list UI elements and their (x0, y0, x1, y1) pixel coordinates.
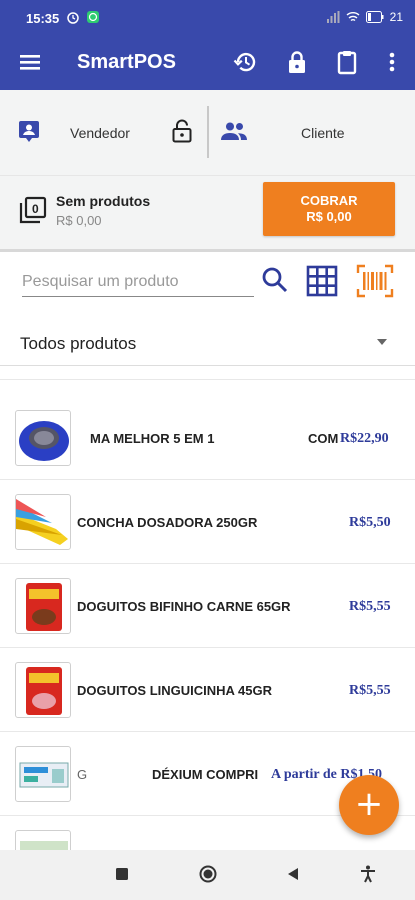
product-list[interactable]: MA MELHOR 5 EM 1 COM R$22,90 CONCHA DOSA… (0, 366, 415, 850)
product-price: R$5,50 (349, 515, 391, 530)
charge-button-amount: R$ 0,00 (306, 209, 352, 224)
lock-icon[interactable] (283, 48, 311, 76)
whatsapp-icon (87, 11, 99, 23)
product-name: DOGUITOS BIFINHO CARNE 65GR (77, 599, 291, 614)
product-image (19, 421, 69, 461)
battery-level: 21 (389, 10, 403, 24)
status-time: 15:35 (26, 11, 60, 26)
product-row[interactable] (0, 366, 415, 380)
product-row[interactable]: CONCHA DOSADORA 250GR R$5,50 (0, 480, 415, 564)
back-icon[interactable] (286, 867, 300, 881)
product-name: CONCHA DOSADORA 250GR (77, 515, 258, 530)
seller-badge-icon[interactable] (18, 120, 40, 142)
product-image (26, 667, 62, 715)
product-thumbnail (15, 494, 71, 550)
product-image (26, 583, 62, 631)
cart-summary-row: 0 Sem produtos R$ 0,00 COBRAR R$ 0,00 (0, 176, 415, 252)
cart-total: R$ 0,00 (56, 213, 102, 228)
product-name: MA MELHOR 5 EM 1 (90, 431, 215, 446)
product-price: R$22,90 (340, 431, 389, 446)
recents-icon[interactable] (115, 867, 129, 881)
clipboard-icon[interactable] (333, 48, 361, 76)
more-vert-icon[interactable] (378, 48, 406, 76)
product-name: G (77, 767, 88, 782)
product-price: R$5,55 (349, 599, 391, 614)
history-icon[interactable] (232, 48, 260, 76)
divider (207, 106, 209, 158)
add-product-button[interactable]: + (339, 775, 399, 835)
product-row[interactable]: MA MELHOR 5 EM 1 COM R$22,90 (0, 396, 415, 480)
charge-button[interactable]: COBRAR R$ 0,00 (263, 182, 395, 236)
search-row: Pesquisar um produto (0, 252, 415, 310)
grid-icon[interactable] (306, 265, 338, 297)
charge-button-label: COBRAR (300, 193, 358, 208)
status-bar: 15:35 21 (0, 0, 415, 34)
signal-icon (326, 11, 340, 23)
product-image (16, 499, 68, 545)
product-thumbnail (15, 830, 71, 850)
wifi-icon (346, 12, 360, 22)
barcode-icon[interactable] (356, 264, 394, 298)
cart-title: Sem produtos (56, 193, 151, 209)
product-name: DOGUITOS LINGUICINHA 45GR (77, 683, 273, 698)
seller-lock-icon[interactable] (171, 119, 193, 143)
seller-client-row: Vendedor Cliente (0, 90, 415, 176)
product-price: R$5,55 (349, 683, 391, 698)
category-filter-value: Todos produtos (20, 334, 137, 353)
battery-icon (365, 11, 384, 23)
cart-count: 0 (32, 202, 39, 216)
category-filter[interactable]: Todos produtos (0, 318, 415, 366)
client-group-icon[interactable] (220, 121, 248, 141)
product-thumbnail (15, 662, 71, 718)
alarm-icon (67, 12, 79, 24)
product-row[interactable]: DOGUITOS BIFINHO CARNE 65GR R$5,55 (0, 564, 415, 648)
search-icon[interactable] (260, 265, 290, 295)
home-icon[interactable] (199, 865, 217, 883)
product-image (20, 841, 68, 850)
chevron-down-icon (377, 339, 387, 345)
product-thumbnail (15, 578, 71, 634)
client-label[interactable]: Cliente (301, 125, 345, 141)
product-row[interactable]: DOGUITOS LINGUICINHA 45GR R$5,55 (0, 648, 415, 732)
system-nav-bar (0, 850, 415, 900)
app-title: SmartPOS (77, 51, 176, 73)
product-thumbnail (15, 746, 71, 802)
product-name-overflow: COM (308, 431, 339, 446)
product-image (19, 762, 69, 788)
app-bar: SmartPOS (0, 34, 415, 90)
menu-icon[interactable] (16, 48, 44, 76)
product-thumbnail (15, 410, 71, 466)
product-name-overflow: DÉXIUM COMPRI (152, 767, 259, 782)
seller-label[interactable]: Vendedor (70, 125, 130, 141)
search-input[interactable]: Pesquisar um produto (22, 271, 254, 297)
accessibility-icon[interactable] (360, 865, 376, 883)
